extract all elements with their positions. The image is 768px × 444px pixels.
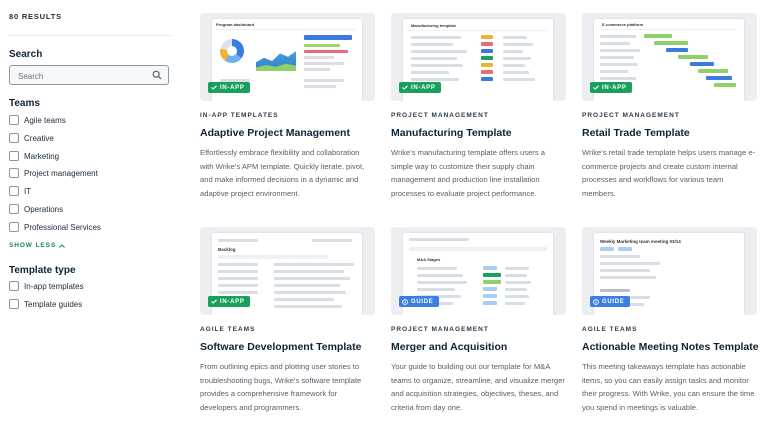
template-description: Your guide to building out our template … bbox=[391, 362, 565, 412]
template-card-adaptive-project-management[interactable]: Program dashboard IN-APP IN-APP TEMPLATE… bbox=[200, 13, 375, 198]
filter-project-management[interactable]: Project management bbox=[9, 167, 98, 179]
filter-professional-services[interactable]: Professional Services bbox=[9, 221, 101, 233]
template-description: Wrike's manufacturing template offers us… bbox=[391, 148, 545, 198]
checkbox-label: Creative bbox=[24, 133, 54, 143]
show-less-label: SHOW LESS bbox=[9, 242, 57, 249]
info-icon bbox=[593, 298, 599, 305]
template-card-retail-trade[interactable]: E-commerce platform IN-APP PROJECT MANAG… bbox=[582, 13, 757, 198]
checkbox[interactable] bbox=[9, 222, 19, 232]
preview-title: M&A Stages bbox=[417, 257, 441, 262]
template-thumbnail[interactable]: Backlog IN-APP bbox=[200, 227, 375, 315]
template-category: PROJECT MANAGEMENT bbox=[582, 112, 680, 119]
template-category: AGILE TEAMS bbox=[200, 326, 256, 333]
template-category: IN-APP TEMPLATES bbox=[200, 112, 279, 119]
template-description: Effortlessly embrace flexibility and col… bbox=[200, 148, 365, 198]
checkbox[interactable] bbox=[9, 204, 19, 214]
checkbox-label: IT bbox=[24, 186, 32, 196]
template-type-heading: Template type bbox=[9, 265, 76, 276]
filter-it[interactable]: IT bbox=[9, 185, 31, 197]
checkbox[interactable] bbox=[9, 281, 19, 291]
checkmark-icon bbox=[211, 85, 217, 90]
guide-badge: GUIDE bbox=[399, 296, 439, 307]
template-description: From outlining epics and plotting user s… bbox=[200, 362, 362, 412]
template-thumbnail[interactable]: Weekly Marketing team meeting 03/14 GUID… bbox=[582, 227, 757, 315]
badge-label: IN-APP bbox=[220, 298, 245, 305]
checkbox-label: Template guides bbox=[24, 299, 83, 309]
checkbox-label: In-app templates bbox=[24, 281, 84, 291]
filter-template-guides[interactable]: Template guides bbox=[9, 298, 82, 310]
filter-in-app-templates[interactable]: In-app templates bbox=[9, 280, 84, 292]
in-app-badge: IN-APP bbox=[208, 296, 250, 307]
template-thumbnail[interactable]: Manufacturing template IN-APP bbox=[391, 13, 566, 101]
checkbox[interactable] bbox=[9, 299, 19, 309]
checkbox[interactable] bbox=[9, 151, 19, 161]
template-title[interactable]: Merger and Acquisition bbox=[391, 341, 507, 353]
template-thumbnail[interactable]: E-commerce platform IN-APP bbox=[582, 13, 757, 101]
filter-creative[interactable]: Creative bbox=[9, 132, 54, 144]
template-title[interactable]: Adaptive Project Management bbox=[200, 127, 350, 139]
checkbox[interactable] bbox=[9, 168, 19, 178]
template-thumbnail[interactable]: M&A Stages GUIDE bbox=[391, 227, 566, 315]
checkbox[interactable] bbox=[9, 115, 19, 125]
template-card-actionable-meeting-notes[interactable]: Weekly Marketing team meeting 03/14 GUID… bbox=[582, 227, 759, 412]
filter-marketing[interactable]: Marketing bbox=[9, 150, 59, 162]
preview-title: Manufacturing template bbox=[411, 23, 457, 28]
preview-title: Program dashboard bbox=[216, 22, 255, 27]
in-app-badge: IN-APP bbox=[399, 82, 441, 93]
chevron-up-icon bbox=[59, 243, 65, 248]
info-icon bbox=[402, 298, 408, 305]
template-description: Wrike's retail trade template helps user… bbox=[582, 148, 756, 198]
template-category: PROJECT MANAGEMENT bbox=[391, 112, 489, 119]
badge-label: GUIDE bbox=[602, 298, 625, 305]
template-title[interactable]: Retail Trade Template bbox=[582, 127, 690, 139]
filter-operations[interactable]: Operations bbox=[9, 203, 63, 215]
checkbox-label: Agile teams bbox=[24, 115, 66, 125]
badge-label: IN-APP bbox=[602, 84, 627, 91]
template-category: AGILE TEAMS bbox=[582, 326, 638, 333]
in-app-badge: IN-APP bbox=[590, 82, 632, 93]
checkbox[interactable] bbox=[9, 186, 19, 196]
checkmark-icon bbox=[211, 299, 217, 304]
badge-label: IN-APP bbox=[411, 84, 436, 91]
template-category: PROJECT MANAGEMENT bbox=[391, 326, 489, 333]
template-title[interactable]: Software Development Template bbox=[200, 341, 361, 353]
divider bbox=[9, 35, 171, 36]
template-description: This meeting takeaways template has acti… bbox=[582, 362, 755, 412]
guide-badge: GUIDE bbox=[590, 296, 630, 307]
search-box[interactable] bbox=[9, 65, 169, 86]
badge-label: GUIDE bbox=[411, 298, 434, 305]
template-thumbnail[interactable]: Program dashboard IN-APP bbox=[200, 13, 375, 101]
template-card-merger-and-acquisition[interactable]: M&A Stages GUIDE PROJECT MANAGEMENT Merg… bbox=[391, 227, 566, 412]
template-card-manufacturing[interactable]: Manufacturing template IN-APP PROJECT MA… bbox=[391, 13, 566, 198]
checkbox[interactable] bbox=[9, 133, 19, 143]
template-card-software-development[interactable]: Backlog IN-APP AGILE TEAMS Software Deve… bbox=[200, 227, 375, 412]
search-input[interactable] bbox=[10, 67, 140, 86]
filter-agile-teams[interactable]: Agile teams bbox=[9, 114, 66, 126]
badge-label: IN-APP bbox=[220, 84, 245, 91]
checkbox-label: Professional Services bbox=[24, 222, 101, 232]
checkmark-icon bbox=[402, 85, 408, 90]
teams-heading: Teams bbox=[9, 98, 40, 109]
search-heading: Search bbox=[9, 49, 43, 60]
show-less-link[interactable]: SHOW LESS bbox=[9, 242, 65, 249]
checkmark-icon bbox=[593, 85, 599, 90]
checkbox-label: Operations bbox=[24, 204, 64, 214]
preview-title: Weekly Marketing team meeting 03/14 bbox=[600, 239, 681, 244]
results-count: 80 RESULTS bbox=[9, 12, 62, 21]
template-title[interactable]: Actionable Meeting Notes Template bbox=[582, 341, 759, 353]
template-title[interactable]: Manufacturing Template bbox=[391, 127, 512, 139]
checkbox-label: Marketing bbox=[24, 151, 60, 161]
checkbox-label: Project management bbox=[24, 168, 98, 178]
preview-title: Backlog bbox=[218, 247, 236, 252]
in-app-badge: IN-APP bbox=[208, 82, 250, 93]
preview-title: E-commerce platform bbox=[602, 22, 644, 27]
search-icon[interactable] bbox=[152, 70, 162, 80]
